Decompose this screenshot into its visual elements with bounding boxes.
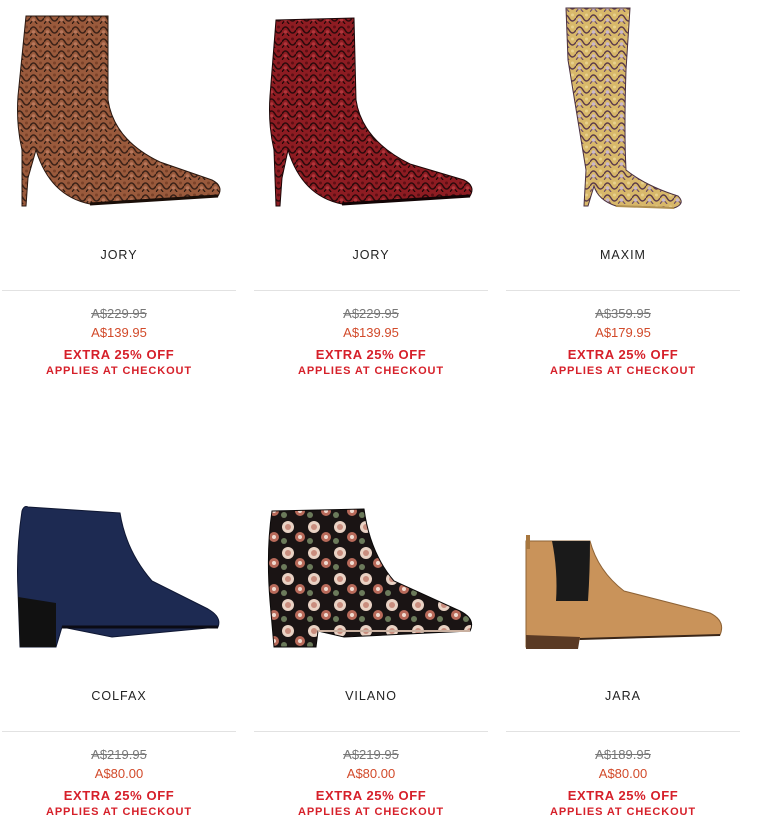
product-image-red-snake-boot[interactable] xyxy=(254,0,488,220)
product-name[interactable]: COLFAX xyxy=(2,689,236,703)
sale-price: A$80.00 xyxy=(346,766,396,781)
sale-price: A$80.00 xyxy=(94,766,144,781)
product-image-brown-snake-boot[interactable] xyxy=(2,0,236,220)
product-grid: JORY A$229.95 A$139.95 EXTRA 25% OFF APP… xyxy=(0,0,774,837)
product-image-navy-suede-boot[interactable] xyxy=(2,441,236,661)
product-image-tall-snake-boot[interactable] xyxy=(506,0,740,220)
divider xyxy=(506,290,740,291)
promo-note: APPLIES AT CHECKOUT xyxy=(549,806,697,818)
sale-price: A$139.95 xyxy=(343,325,399,340)
sale-price: A$139.95 xyxy=(91,325,147,340)
divider xyxy=(506,731,740,732)
divider xyxy=(2,290,236,291)
promo-note: APPLIES AT CHECKOUT xyxy=(45,365,193,377)
original-price: A$189.95 xyxy=(595,747,651,762)
promo-note: APPLIES AT CHECKOUT xyxy=(297,365,445,377)
product-name[interactable]: JORY xyxy=(254,248,488,262)
divider xyxy=(254,290,488,291)
product-name[interactable]: VILANO xyxy=(254,689,488,703)
promo-note: APPLIES AT CHECKOUT xyxy=(549,365,697,377)
promo-label: EXTRA 25% OFF xyxy=(567,788,679,803)
product-image-floral-boot[interactable] xyxy=(254,441,488,661)
product-name[interactable]: JORY xyxy=(2,248,236,262)
promo-note: APPLIES AT CHECKOUT xyxy=(297,806,445,818)
promo-label: EXTRA 25% OFF xyxy=(315,347,427,362)
promo-label: EXTRA 25% OFF xyxy=(315,788,427,803)
product-name[interactable]: MAXIM xyxy=(506,248,740,262)
sale-price: A$179.95 xyxy=(595,325,651,340)
sale-price: A$80.00 xyxy=(598,766,648,781)
promo-label: EXTRA 25% OFF xyxy=(63,347,175,362)
promo-label: EXTRA 25% OFF xyxy=(567,347,679,362)
product-name[interactable]: JARA xyxy=(506,689,740,703)
original-price: A$219.95 xyxy=(91,747,147,762)
original-price: A$359.95 xyxy=(595,306,651,321)
divider xyxy=(254,731,488,732)
original-price: A$219.95 xyxy=(343,747,399,762)
product-image-tan-chelsea-boot[interactable] xyxy=(506,441,740,661)
original-price: A$229.95 xyxy=(343,306,399,321)
promo-label: EXTRA 25% OFF xyxy=(63,788,175,803)
original-price: A$229.95 xyxy=(91,306,147,321)
promo-note: APPLIES AT CHECKOUT xyxy=(45,806,193,818)
divider xyxy=(2,731,236,732)
